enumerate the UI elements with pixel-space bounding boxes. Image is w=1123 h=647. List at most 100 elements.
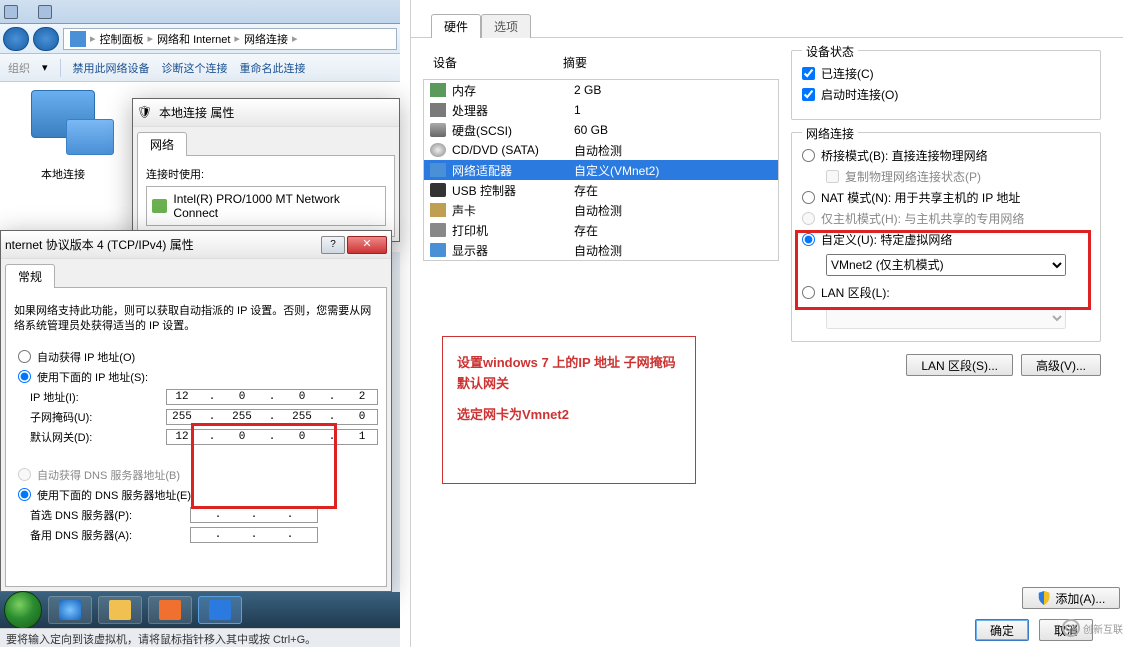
nat-radio[interactable] (802, 191, 815, 204)
radio-label: 使用下面的 IP 地址(S): (37, 369, 148, 385)
advanced-button[interactable]: 高级(V)... (1021, 354, 1101, 376)
diagnose-btn[interactable]: 诊断这个连接 (162, 60, 228, 76)
crumb-item[interactable]: 网络连接 (244, 31, 288, 47)
device-row[interactable]: 硬盘(SCSI) 60 GB (424, 120, 778, 140)
vm-settings-dialog: 硬件 选项 设备 摘要 内存2 GB处理器1硬盘(SCSI)60 GBCD/DV… (410, 0, 1123, 647)
checkbox-label: 复制物理网络连接状态(P) (845, 168, 981, 185)
dns2-input[interactable]: ... (190, 527, 318, 543)
bridged-radio[interactable] (802, 149, 815, 162)
adapter-field[interactable]: Intel(R) PRO/1000 MT Network Connect (146, 186, 386, 226)
checkbox-label: 启动时连接(O) (821, 86, 898, 103)
device-row[interactable]: 显示器自动检测 (424, 240, 778, 260)
ok-button[interactable]: 确定 (975, 619, 1029, 641)
shield-icon: 🛡 (137, 105, 153, 121)
taskbar-item[interactable] (48, 596, 92, 624)
network-connection-group: 网络连接 桥接模式(B): 直接连接物理网络 复制物理网络连接状态(P) NAT… (791, 132, 1101, 342)
connection-properties-dialog: 🛡 本地连接 属性 网络 连接时使用: Intel(R) PRO/1000 MT… (132, 98, 400, 242)
radio-label: 自动获得 DNS 服务器地址(B) (37, 467, 180, 483)
device-icon (430, 243, 446, 257)
device-row[interactable]: 网络适配器自定义(VMnet2) (424, 160, 778, 180)
breadcrumb[interactable]: ▸ 控制面板 ▸ 网络和 Internet ▸ 网络连接 ▸ (63, 28, 397, 50)
titlebar-btn[interactable] (4, 5, 18, 19)
explorer-address-bar: ▸ 控制面板 ▸ 网络和 Internet ▸ 网络连接 ▸ (0, 24, 400, 54)
device-row[interactable]: 打印机存在 (424, 220, 778, 240)
nav-fwd-icon[interactable] (33, 27, 59, 51)
nav-back-icon[interactable] (3, 27, 29, 51)
help-button[interactable]: ? (321, 236, 345, 254)
tab-options[interactable]: 选项 (481, 14, 531, 38)
vm-status-hint: 要将输入定向到该虚拟机，请将鼠标指针移入其中或按 Ctrl+G。 (0, 628, 400, 647)
add-device-button[interactable]: 添加(A)... (1022, 587, 1120, 609)
local-connection-item[interactable]: 本地连接 (8, 90, 118, 190)
device-name: USB 控制器 (452, 182, 568, 199)
dns1-input[interactable]: ... (190, 507, 318, 523)
monitor-icon (66, 119, 114, 155)
device-name: 硬盘(SCSI) (452, 122, 568, 139)
device-list[interactable]: 内存 2 GB 处理器1 硬盘(SCSI) 60 GB CD/DVD (SATA) 自动检测… (423, 79, 779, 261)
crumb-item[interactable]: 控制面板 (100, 31, 144, 47)
radio-label: NAT 模式(N): 用于共享主机的 IP 地址 (821, 189, 1020, 206)
connected-checkbox[interactable] (802, 67, 815, 80)
device-summary: 1 (574, 103, 581, 117)
crumb-item[interactable]: 网络和 Internet (157, 31, 230, 47)
organize-menu[interactable]: 组织 (8, 60, 30, 76)
settings-tabs: 硬件 选项 (411, 14, 1123, 38)
annotation-text: 设置windows 7 上的IP 地址 子网掩码 默认网关 (457, 353, 681, 395)
replicate-checkbox (826, 170, 839, 183)
custom-network-select[interactable]: VMnet2 (仅主机模式) (826, 254, 1066, 276)
lan-segments-button[interactable]: LAN 区段(S)... (906, 354, 1013, 376)
rename-btn[interactable]: 重命名此连接 (240, 60, 306, 76)
shield-icon (1037, 591, 1051, 605)
checkbox-label: 已连接(C) (821, 65, 874, 82)
groupbox-legend: 设备状态 (802, 43, 858, 60)
taskbar-item[interactable] (98, 596, 142, 624)
device-name: 网络适配器 (452, 162, 568, 179)
custom-radio[interactable] (802, 233, 815, 246)
start-button[interactable] (4, 591, 42, 629)
disable-device-btn[interactable]: 禁用此网络设备 (73, 60, 150, 76)
manual-ip-radio[interactable] (18, 370, 31, 383)
connect-using-label: 连接时使用: (146, 166, 386, 182)
device-row[interactable]: 内存 2 GB (424, 80, 778, 100)
ip-input[interactable]: 12.0.0.2 (166, 389, 378, 405)
folder-icon (70, 31, 86, 47)
lanseg-radio[interactable] (802, 286, 815, 299)
tab-general[interactable]: 常规 (5, 264, 55, 288)
radio-label: 自动获得 IP 地址(O) (37, 349, 135, 365)
connect-at-poweron-checkbox[interactable] (802, 88, 815, 101)
device-icon (430, 223, 446, 237)
tab-hardware[interactable]: 硬件 (431, 14, 481, 38)
watermark-text: 创新互联 (1083, 621, 1123, 636)
device-icon (430, 83, 446, 97)
taskbar-item[interactable] (148, 596, 192, 624)
watermark-logo-icon: CX (1062, 619, 1080, 637)
device-name: CD/DVD (SATA) (452, 143, 568, 157)
win-titlebar (0, 0, 400, 24)
device-row[interactable]: 处理器1 (424, 100, 778, 120)
tab-network[interactable]: 网络 (137, 132, 187, 156)
auto-dns-radio (18, 468, 31, 481)
device-row[interactable]: CD/DVD (SATA) 自动检测 (424, 140, 778, 160)
close-button[interactable]: ✕ (347, 236, 387, 254)
device-state-group: 设备状态 已连接(C) 启动时连接(O) (791, 50, 1101, 120)
wmp-icon (159, 600, 181, 620)
device-icon (430, 203, 446, 217)
device-summary: 2 GB (574, 83, 601, 97)
device-summary: 自动检测 (574, 142, 622, 159)
settings-icon (209, 600, 231, 620)
dialog-title: 本地连接 属性 (159, 104, 395, 121)
annotation-callout: 设置windows 7 上的IP 地址 子网掩码 默认网关 选定网卡为Vmnet… (442, 336, 696, 484)
device-row[interactable]: USB 控制器存在 (424, 180, 778, 200)
device-name: 打印机 (452, 222, 568, 239)
titlebar-btn[interactable] (38, 5, 52, 19)
dns2-label: 备用 DNS 服务器(A): (30, 527, 190, 543)
auto-ip-radio[interactable] (18, 350, 31, 363)
radio-label: 自定义(U): 特定虚拟网络 (821, 231, 952, 248)
manual-dns-radio[interactable] (18, 488, 31, 501)
device-icon (430, 183, 446, 197)
device-row[interactable]: 声卡自动检测 (424, 200, 778, 220)
device-name: 内存 (452, 82, 568, 99)
device-summary: 60 GB (574, 123, 608, 137)
taskbar-item[interactable] (198, 596, 242, 624)
ipv4-properties-dialog: nternet 协议版本 4 (TCP/IPv4) 属性 ? ✕ 常规 如果网络… (0, 230, 392, 592)
